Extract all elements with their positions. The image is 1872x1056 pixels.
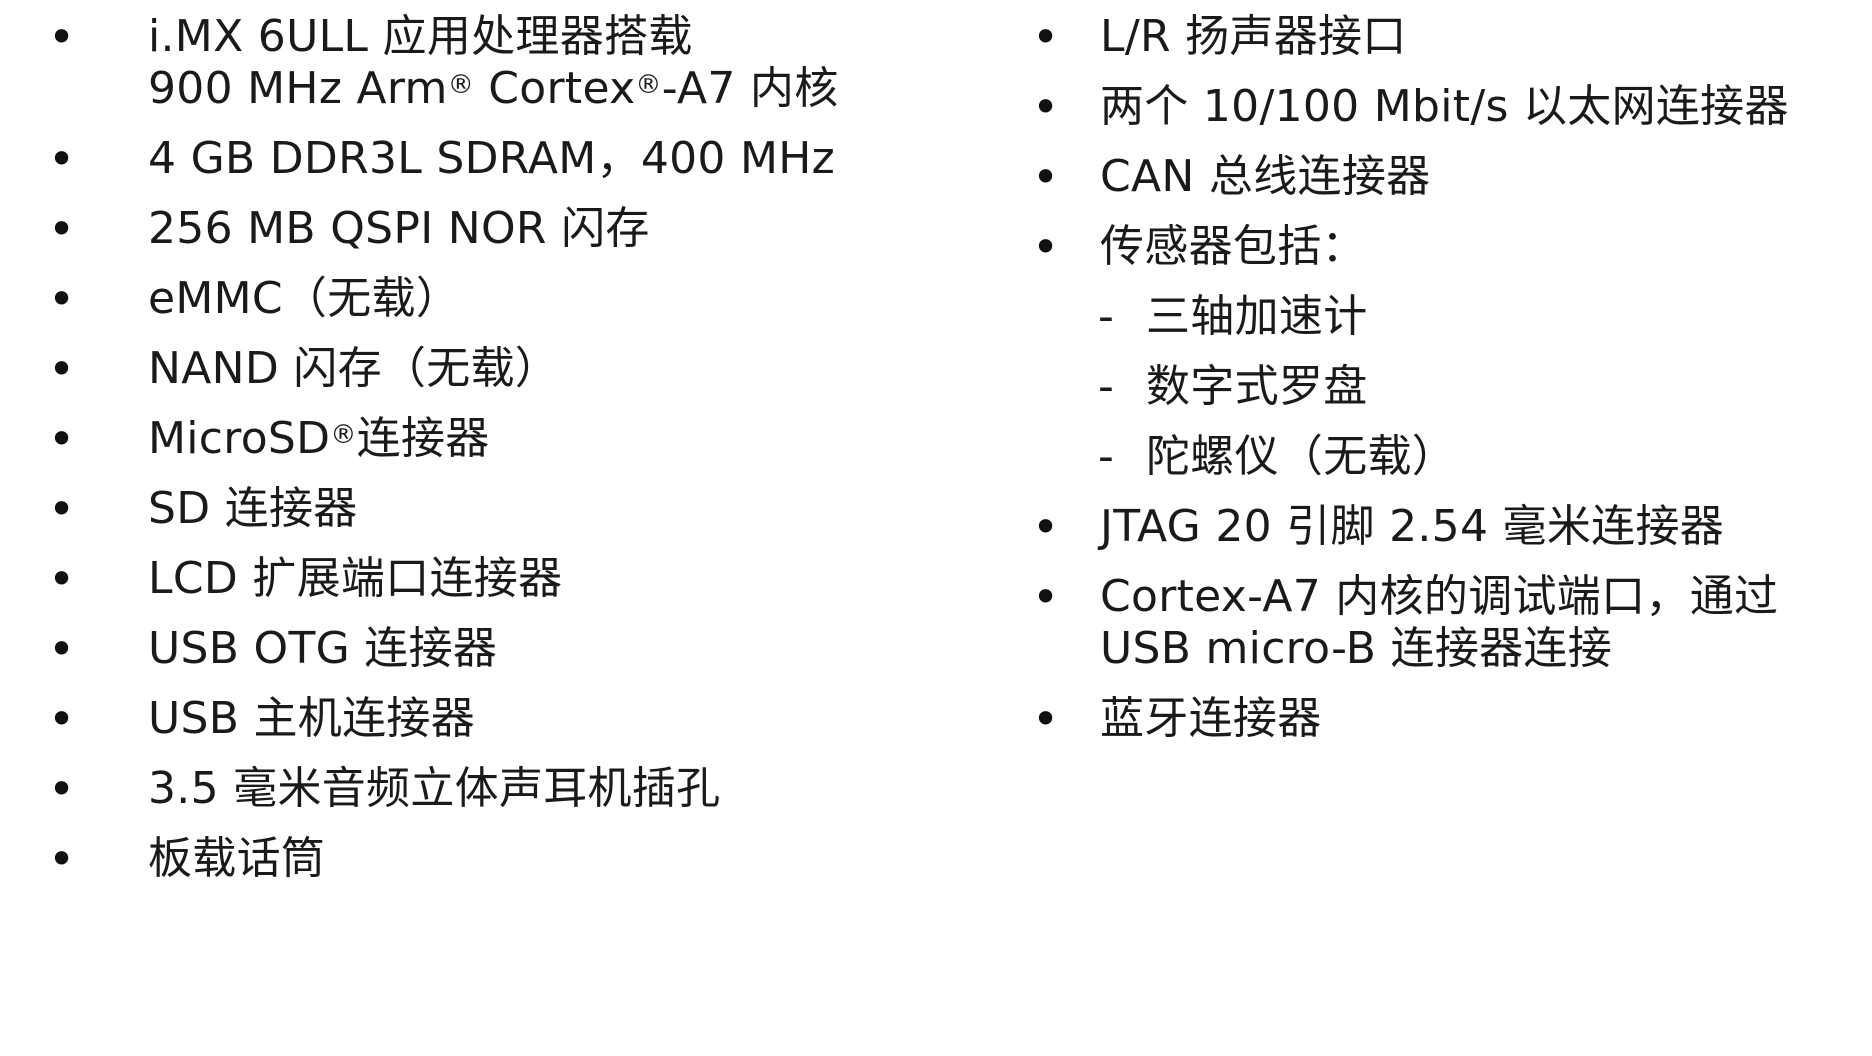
bullet-icon: •: [48, 692, 76, 746]
dash-icon: -: [1098, 291, 1114, 342]
dash-icon: -: [1098, 431, 1114, 482]
bullet-icon: •: [1032, 500, 1060, 554]
list-item-text: LCD 扩展端口连接器: [148, 553, 563, 604]
bullet-icon: •: [48, 132, 76, 186]
sub-list-item-text: 数字式罗盘: [1146, 361, 1368, 412]
sub-list-item-text: 陀螺仪（无载）: [1146, 431, 1457, 482]
bullet-icon: •: [48, 272, 76, 326]
list-item-text: 蓝牙连接器: [1100, 693, 1322, 744]
bullet-icon: •: [48, 762, 76, 816]
list-item-text: USB OTG 连接器: [148, 623, 498, 674]
bullet-icon: •: [1032, 150, 1060, 204]
list-item-text: USB 主机连接器: [148, 693, 476, 744]
list-item-text: CAN 总线连接器: [1100, 151, 1431, 202]
bullet-icon: •: [48, 342, 76, 396]
bullet-icon: •: [1032, 692, 1060, 746]
list-item-text: USB micro-B 连接器连接: [1100, 623, 1613, 674]
list-item-text: NAND 闪存（无载）: [148, 343, 560, 394]
dash-icon: -: [1098, 361, 1114, 412]
list-item-text: 3.5 毫米音频立体声耳机插孔: [148, 763, 721, 814]
list-item-text: 4 GB DDR3L SDRAM，400 MHz: [148, 133, 836, 184]
bullet-icon: •: [48, 412, 76, 466]
list-item-text: 900 MHz Arm® Cortex®-A7 内核: [148, 63, 839, 114]
bullet-icon: •: [48, 552, 76, 606]
sub-list-item-text: 三轴加速计: [1146, 291, 1368, 342]
list-item-text: JTAG 20 引脚 2.54 毫米连接器: [1100, 501, 1725, 552]
list-item-text: 传感器包括：: [1100, 221, 1366, 272]
bullet-icon: •: [1032, 10, 1060, 64]
bullet-icon: •: [1032, 220, 1060, 274]
list-item-text: 两个 10/100 Mbit/s 以太网连接器: [1100, 81, 1789, 132]
list-item-text: L/R 扬声器接口: [1100, 11, 1407, 62]
list-item-text: 256 MB QSPI NOR 闪存: [148, 203, 650, 254]
bullet-icon: •: [48, 10, 76, 64]
bullet-icon: •: [48, 832, 76, 886]
list-item-text: 板载话筒: [148, 833, 326, 884]
bullet-icon: •: [48, 482, 76, 536]
bullet-icon: •: [48, 202, 76, 256]
bullet-icon: •: [1032, 80, 1060, 134]
list-item-text: MicroSD®连接器: [148, 413, 490, 464]
bullet-icon: •: [1032, 570, 1060, 624]
list-item-text: eMMC（无载）: [148, 273, 461, 324]
bullet-icon: •: [48, 622, 76, 676]
list-item-text: SD 连接器: [148, 483, 358, 534]
